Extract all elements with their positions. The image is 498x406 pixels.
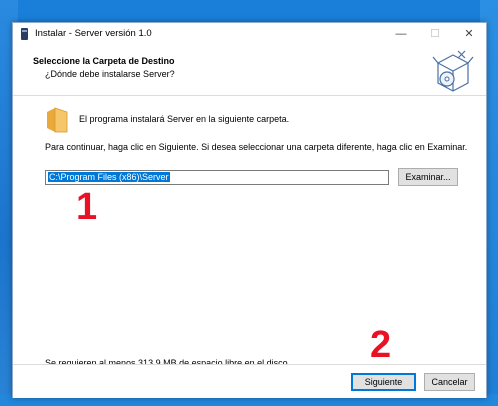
browse-button[interactable]: Examinar...: [398, 168, 458, 186]
folder-icon: [47, 107, 68, 133]
instructions-text: Para continuar, haga clic en Siguiente. …: [45, 142, 468, 152]
destination-path-input[interactable]: C:\Program Files (x86)\Server: [45, 170, 389, 185]
minimize-button[interactable]: —: [384, 23, 418, 45]
step-1-annotation: 1: [76, 186, 98, 228]
step-2-annotation: 2: [370, 324, 392, 366]
next-button[interactable]: Siguiente: [351, 373, 416, 391]
cancel-button[interactable]: Cancelar: [424, 373, 475, 391]
page-subtitle: ¿Dónde debe instalarse Server?: [45, 69, 175, 79]
wizard-footer: Siguiente Cancelar: [13, 364, 486, 398]
destination-path-value: C:\Program Files (x86)\Server: [48, 172, 170, 182]
window-title: Instalar - Server versión 1.0: [35, 28, 152, 39]
page-title: Seleccione la Carpeta de Destino: [33, 56, 175, 66]
wizard-content: El programa instalará Server en la sigui…: [13, 96, 486, 368]
wizard-header: Seleccione la Carpeta de Destino ¿Dónde …: [13, 45, 486, 96]
maximize-button[interactable]: ☐: [418, 23, 452, 45]
installer-box-disc-icon: [432, 50, 474, 92]
app-icon: [21, 28, 28, 40]
title-bar[interactable]: Instalar - Server versión 1.0 — ☐ ✕: [13, 23, 486, 45]
close-button[interactable]: ✕: [452, 23, 486, 45]
info-text: El programa instalará Server en la sigui…: [79, 114, 290, 124]
